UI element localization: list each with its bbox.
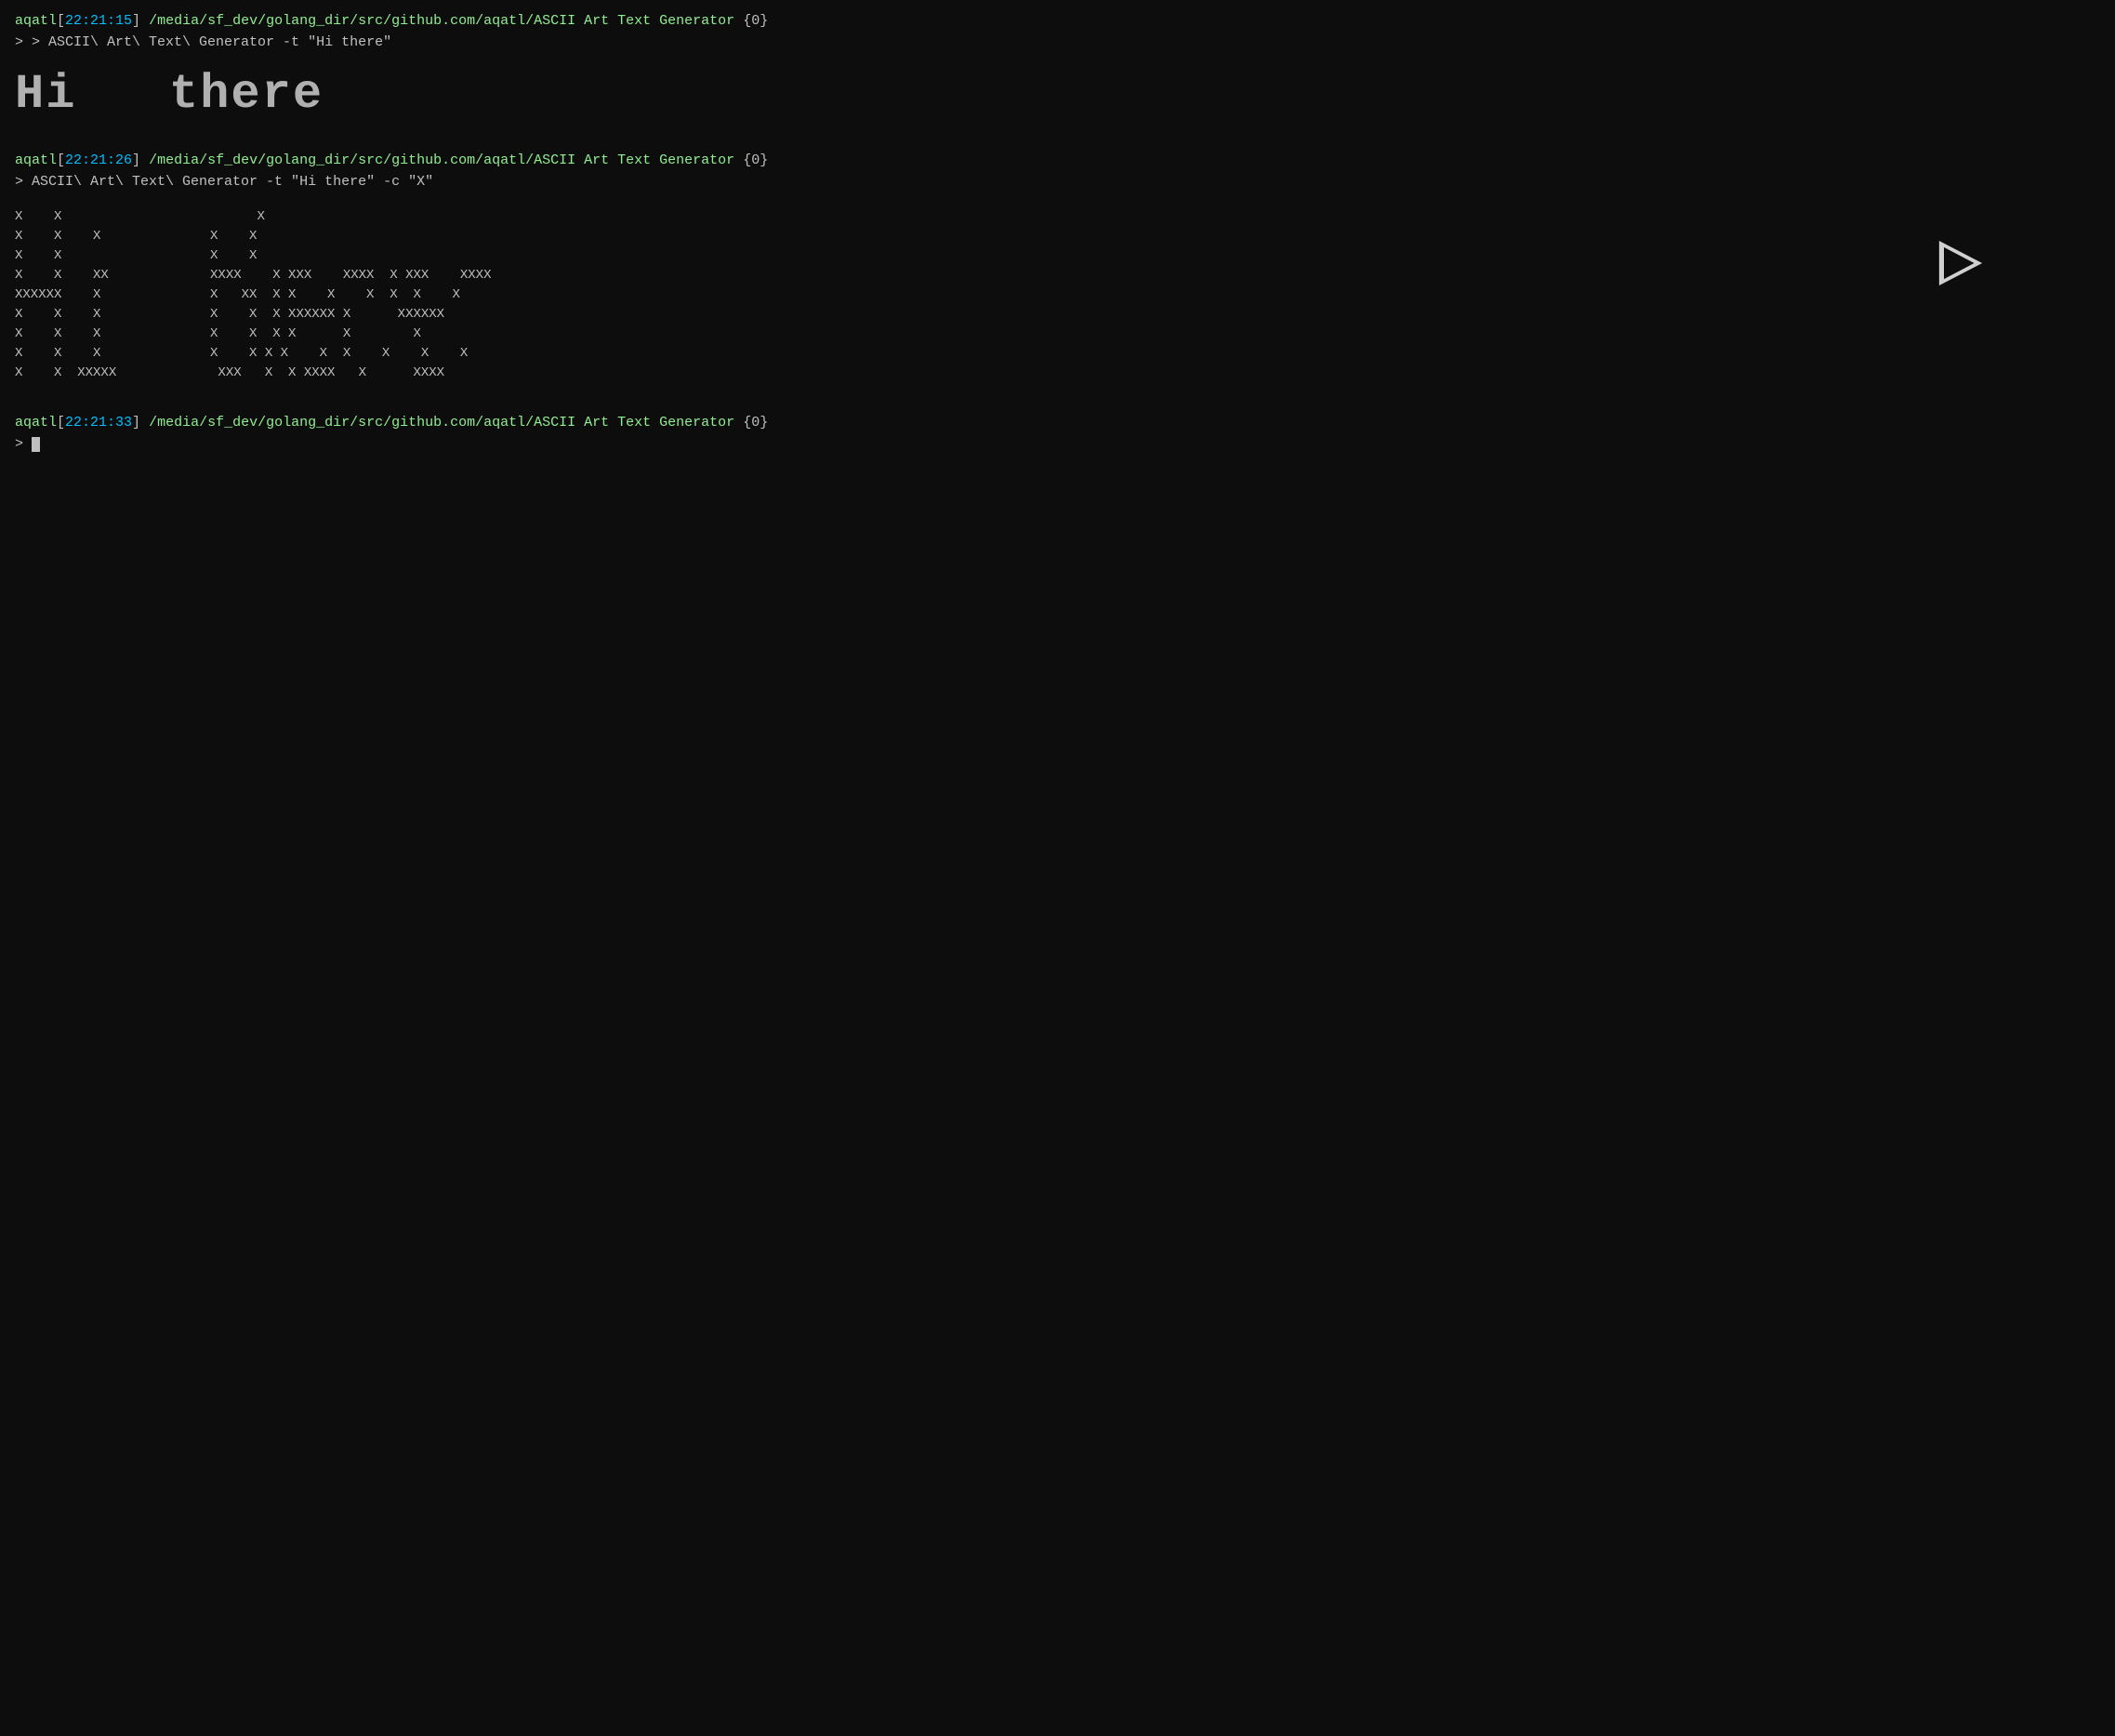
ascii-large-text: Hi there: [15, 68, 2100, 121]
path-1: /media/sf_dev/golang_dir/src/github.com/…: [140, 11, 734, 33]
timestamp-2: 22:21:26: [65, 151, 132, 172]
command-line-2: > ASCII\ Art\ Text\ Generator -t "Hi the…: [15, 172, 2100, 193]
command-line-3[interactable]: >: [15, 434, 2100, 456]
ascii-art-x-block: X X X X X X X X X X X X X X XX XXXX X XX…: [15, 207, 2100, 383]
command-line-1: > > ASCII\ Art\ Text\ Generator -t "Hi t…: [15, 33, 2100, 54]
path-2: /media/sf_dev/golang_dir/src/github.com/…: [140, 151, 734, 172]
path-3: /media/sf_dev/golang_dir/src/github.com/…: [140, 413, 734, 434]
command-text-2: ASCII\ Art\ Text\ Generator -t "Hi there…: [32, 174, 433, 190]
play-icon[interactable]: [1933, 235, 1989, 291]
timestamp-3: 22:21:33: [65, 413, 132, 434]
terminal-block-3: aqatl [ 22:21:33 ] /media/sf_dev/golang_…: [15, 413, 2100, 455]
bracket-close-1: ]: [132, 11, 140, 33]
exit-code-2: {0}: [734, 151, 768, 172]
exit-code-1: {0}: [734, 11, 768, 33]
bracket-open-1: [: [57, 11, 65, 33]
ascii-x-art-text: X X X X X X X X X X X X X X XX XXXX X XX…: [15, 207, 2100, 383]
ascii-art-hi-there: Hi there: [15, 68, 2100, 121]
username-1: aqatl: [15, 11, 57, 33]
cursor: [32, 437, 40, 452]
bracket-open-3: [: [57, 413, 65, 434]
prompt-line-1: aqatl [ 22:21:15 ] /media/sf_dev/golang_…: [15, 11, 2100, 33]
prompt-line-3: aqatl [ 22:21:33 ] /media/sf_dev/golang_…: [15, 413, 2100, 434]
username-2: aqatl: [15, 151, 57, 172]
username-3: aqatl: [15, 413, 57, 434]
terminal-block-2: aqatl [ 22:21:26 ] /media/sf_dev/golang_…: [15, 151, 2100, 192]
play-button-container[interactable]: [1933, 235, 1989, 299]
exit-code-3: {0}: [734, 413, 768, 434]
timestamp-1: 22:21:15: [65, 11, 132, 33]
prompt-symbol-3: >: [15, 436, 23, 452]
prompt-line-2: aqatl [ 22:21:26 ] /media/sf_dev/golang_…: [15, 151, 2100, 172]
bracket-open-2: [: [57, 151, 65, 172]
command-text-1: > ASCII\ Art\ Text\ Generator -t "Hi the…: [32, 34, 391, 50]
bracket-close-3: ]: [132, 413, 140, 434]
terminal-block-1: aqatl [ 22:21:15 ] /media/sf_dev/golang_…: [15, 11, 2100, 53]
bracket-close-2: ]: [132, 151, 140, 172]
